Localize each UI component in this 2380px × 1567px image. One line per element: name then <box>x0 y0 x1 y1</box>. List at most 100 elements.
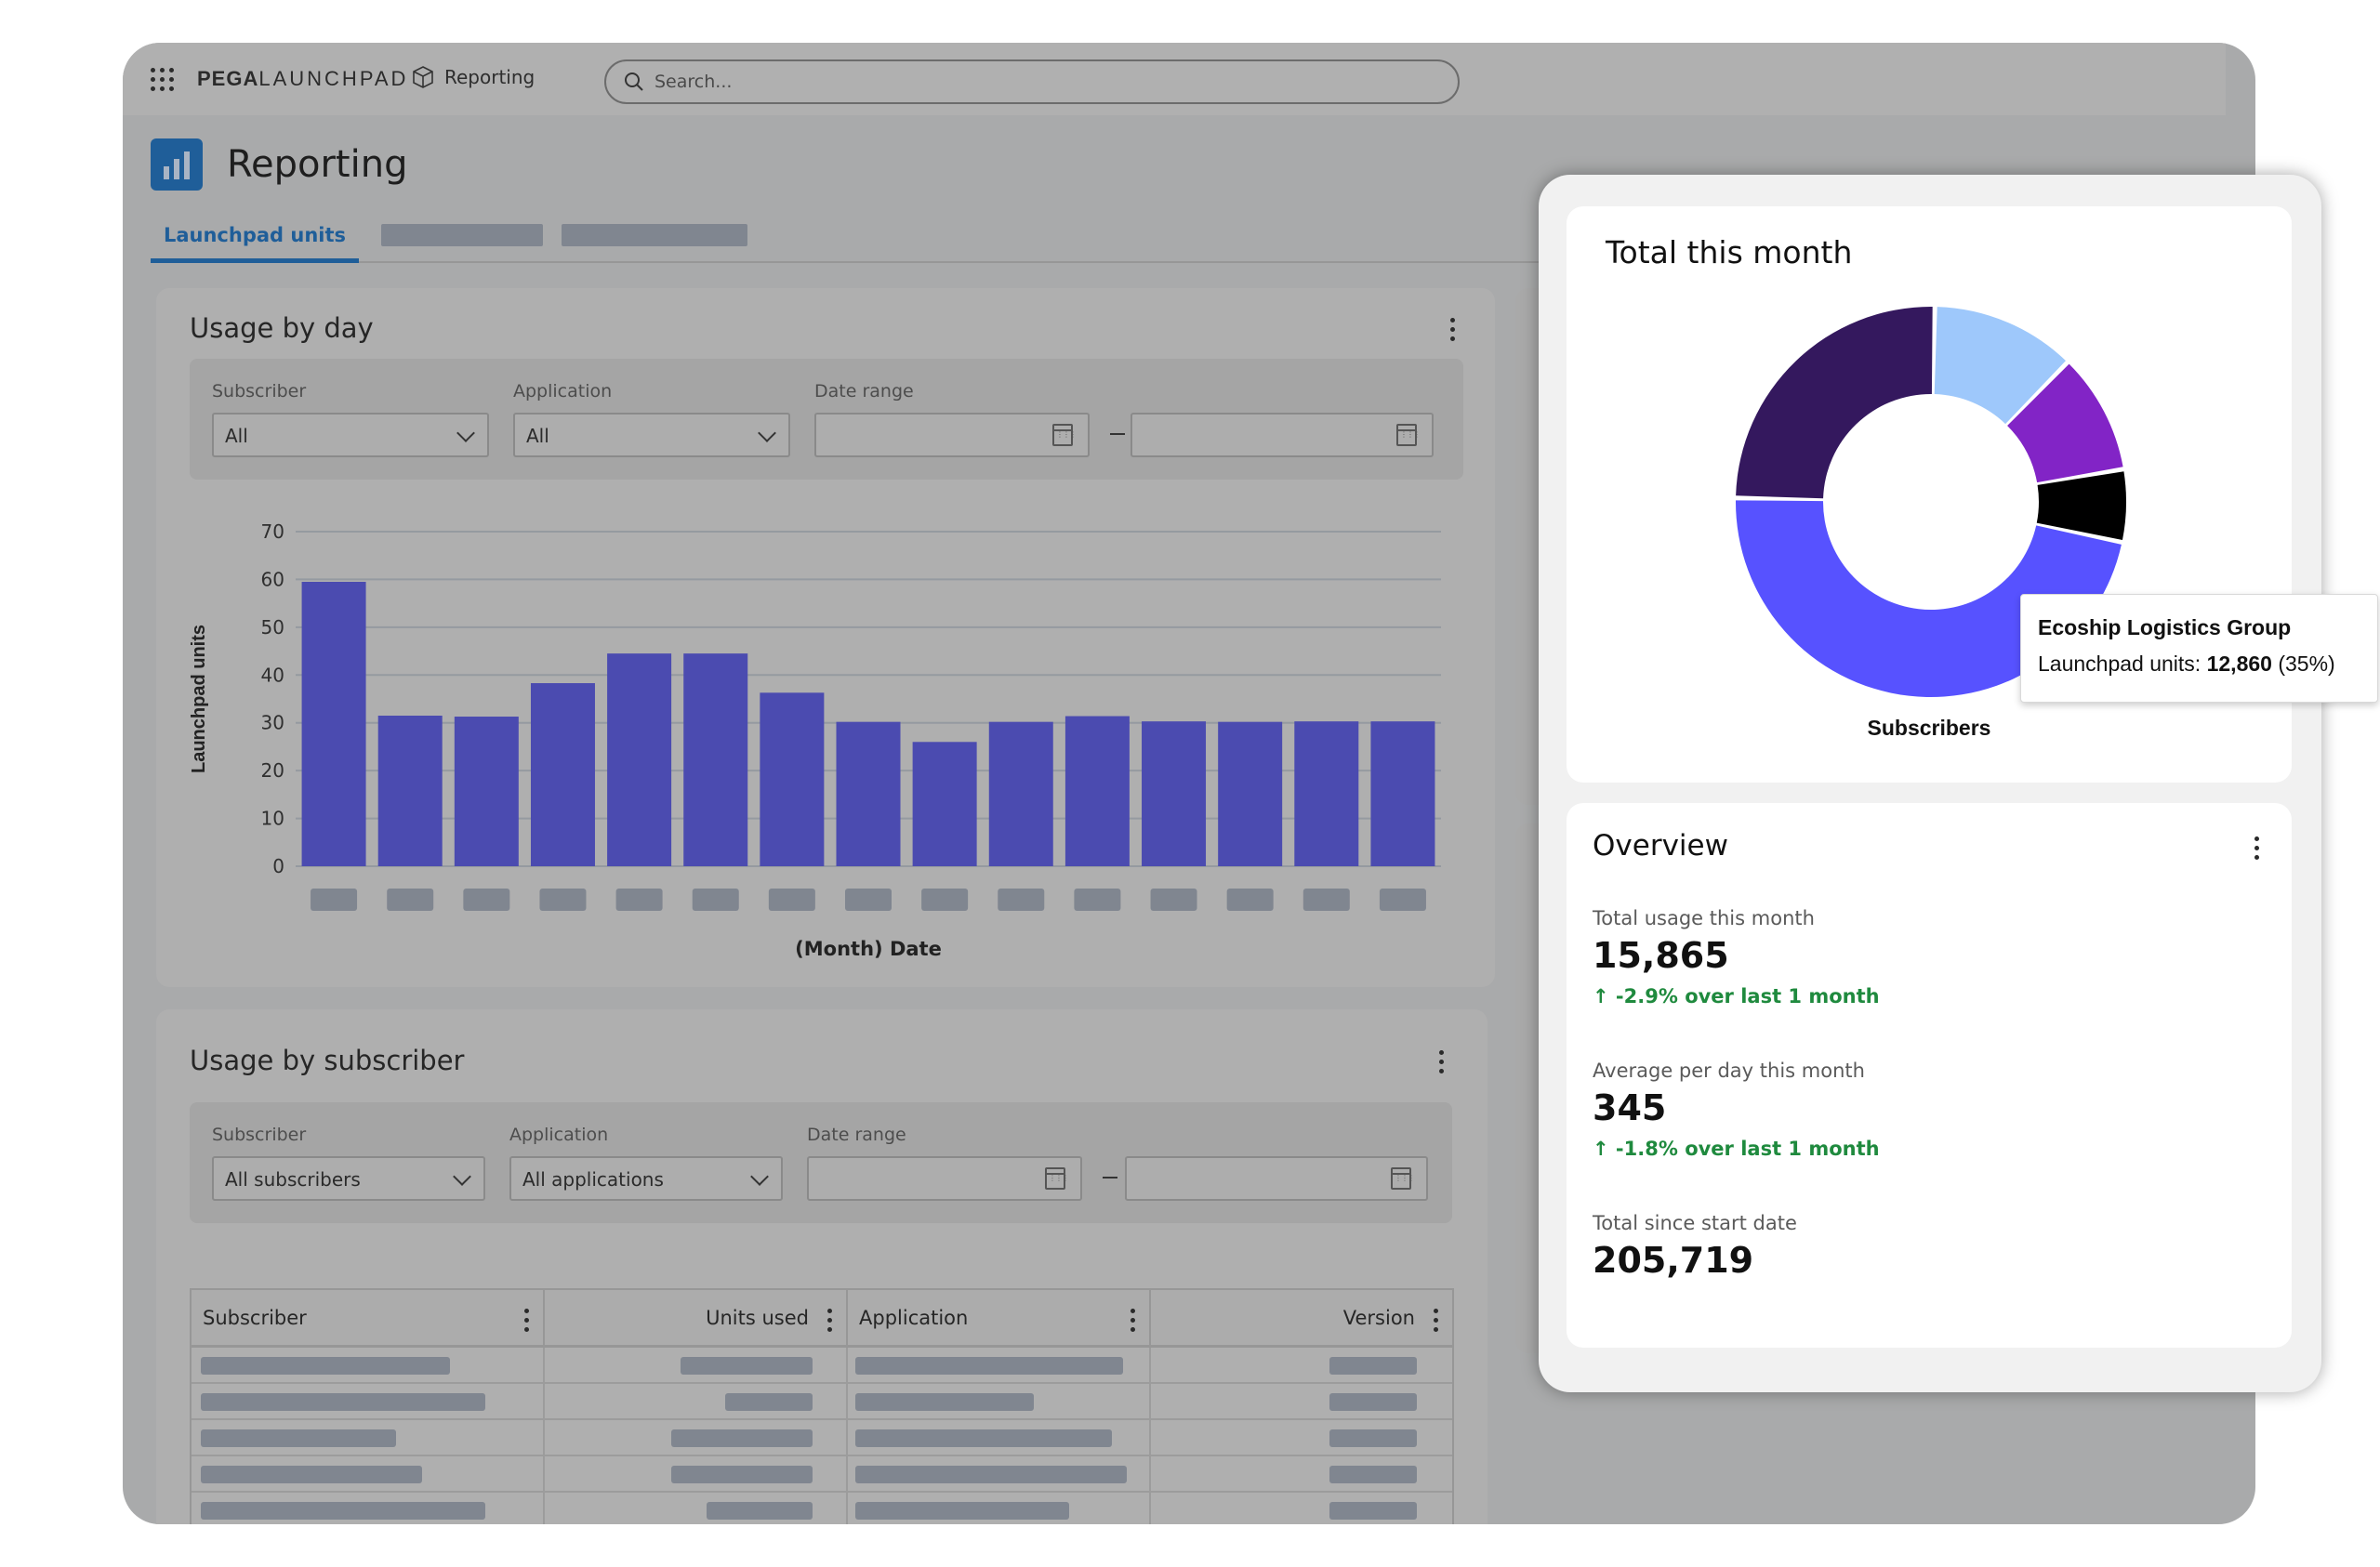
calendar-icon[interactable] <box>1052 424 1076 446</box>
placeholder-bar <box>201 1357 450 1375</box>
subscriber-label: Subscriber <box>212 1125 307 1145</box>
date-from-input[interactable] <box>814 413 1090 457</box>
app-link-reporting[interactable]: Reporting <box>411 65 535 89</box>
date-from-input[interactable] <box>807 1156 1082 1201</box>
date-range-label: Date range <box>814 381 914 402</box>
column-label: Version <box>1342 1306 1415 1329</box>
bar <box>683 653 748 866</box>
arrow-up-icon: ↑ <box>1593 1138 1609 1160</box>
placeholder-bar <box>201 1466 422 1483</box>
bar-chart-icon <box>151 138 203 191</box>
column-menu-icon[interactable] <box>1432 1309 1439 1332</box>
date-to-input[interactable] <box>1130 413 1434 457</box>
subscriber-select[interactable]: All <box>212 413 489 457</box>
tab-launchpad-units[interactable]: Launchpad units <box>151 215 359 263</box>
tab-placeholder[interactable] <box>381 224 543 246</box>
subscriber-label: Subscriber <box>212 381 307 402</box>
table-row[interactable] <box>192 1348 1452 1384</box>
app-launcher-icon[interactable] <box>151 68 175 92</box>
application-select[interactable]: All <box>513 413 790 457</box>
cube-icon <box>413 66 433 88</box>
x-tick-label-placeholder <box>998 889 1045 911</box>
x-tick-label-placeholder <box>1226 889 1274 911</box>
y-tick-label: 10 <box>261 808 284 830</box>
brand-logo[interactable]: PEGALAUNCHPAD <box>197 67 408 91</box>
placeholder-bar <box>201 1502 485 1520</box>
calendar-icon[interactable] <box>1045 1167 1068 1190</box>
placeholder-bar <box>671 1466 813 1483</box>
subscriber-value: All subscribers <box>225 1168 361 1191</box>
usage-by-day-card: Usage by day Subscriber All Application … <box>156 288 1495 987</box>
bar <box>912 742 977 866</box>
placeholder-bar <box>855 1393 1034 1411</box>
y-tick-label: 30 <box>261 712 284 734</box>
metric-delta-text: -2.9% over last 1 month <box>1615 985 1880 1007</box>
column-header-application[interactable]: Application <box>848 1290 1151 1345</box>
table-header: Subscriber Units used Application Versio… <box>192 1290 1452 1348</box>
calendar-icon[interactable] <box>1396 424 1420 446</box>
x-tick-label-placeholder <box>768 889 815 911</box>
column-header-units-used[interactable]: Units used <box>545 1290 848 1345</box>
more-options-icon[interactable] <box>2253 836 2260 860</box>
column-label: Units used <box>706 1306 809 1329</box>
placeholder-bar <box>1329 1466 1417 1483</box>
chevron-down-icon <box>750 1167 769 1186</box>
column-menu-icon[interactable] <box>522 1309 530 1332</box>
chevron-down-icon <box>456 424 475 442</box>
app-name: Reporting <box>444 66 536 88</box>
bar <box>988 721 1053 866</box>
bar <box>1064 716 1130 866</box>
placeholder-bar <box>1329 1393 1417 1411</box>
bar <box>301 582 366 866</box>
y-axis-label: Launchpad units <box>189 625 209 773</box>
table-row[interactable] <box>192 1384 1452 1420</box>
card-title: Usage by day <box>190 312 374 344</box>
metric-value: 15,865 <box>1593 935 1729 976</box>
subscriber-select[interactable]: All subscribers <box>212 1156 485 1201</box>
column-header-subscriber[interactable]: Subscriber <box>192 1290 545 1345</box>
metric-label: Total usage this month <box>1593 907 1815 929</box>
application-label: Application <box>513 381 613 402</box>
tooltip-title: Ecoship Logistics Group <box>2038 615 2292 639</box>
x-tick-label-placeholder <box>1302 889 1350 911</box>
more-options-icon[interactable] <box>1437 1050 1445 1073</box>
bar <box>1218 721 1283 866</box>
search-bar[interactable] <box>604 59 1460 104</box>
metric-delta: ↑ -1.8% over last 1 month <box>1593 1138 1880 1160</box>
x-tick-label-placeholder <box>615 889 663 911</box>
tooltip-value: 12,860 <box>2206 652 2272 676</box>
bar <box>1370 721 1435 866</box>
application-label: Application <box>509 1125 609 1145</box>
bar <box>607 653 672 866</box>
placeholder-bar <box>725 1393 813 1411</box>
column-menu-icon[interactable] <box>1129 1309 1136 1332</box>
y-tick-label: 0 <box>272 855 284 877</box>
placeholder-bar <box>201 1429 396 1447</box>
tab-placeholder[interactable] <box>562 224 747 246</box>
column-menu-icon[interactable] <box>826 1309 833 1332</box>
placeholder-bar <box>1329 1357 1417 1375</box>
date-to-input[interactable] <box>1125 1156 1428 1201</box>
donut-axis-label: Subscribers <box>1867 716 1991 740</box>
overview-card: Overview Total usage this month 15,865 ↑… <box>1567 803 2292 1348</box>
more-options-icon[interactable] <box>1448 318 1456 341</box>
bar <box>1294 721 1359 866</box>
bar <box>377 716 443 866</box>
tooltip-label: Launchpad units: <box>2038 652 2207 676</box>
application-value: All <box>526 425 549 447</box>
y-tick-label: 60 <box>261 568 284 590</box>
column-header-version[interactable]: Version <box>1151 1290 1452 1345</box>
table-row[interactable] <box>192 1493 1452 1524</box>
placeholder-bar <box>671 1429 813 1447</box>
table-row[interactable] <box>192 1456 1452 1493</box>
search-input[interactable] <box>654 72 1398 92</box>
calendar-icon[interactable] <box>1391 1167 1414 1190</box>
x-tick-label-placeholder <box>1150 889 1197 911</box>
donut-tooltip: Ecoship Logistics Group Launchpad units:… <box>2020 594 2378 703</box>
x-tick-label-placeholder <box>692 889 739 911</box>
arrow-up-icon: ↑ <box>1593 985 1609 1007</box>
application-select[interactable]: All applications <box>509 1156 783 1201</box>
date-range-separator <box>1103 1177 1117 1179</box>
table-row[interactable] <box>192 1420 1452 1456</box>
metric-label: Average per day this month <box>1593 1060 1865 1082</box>
